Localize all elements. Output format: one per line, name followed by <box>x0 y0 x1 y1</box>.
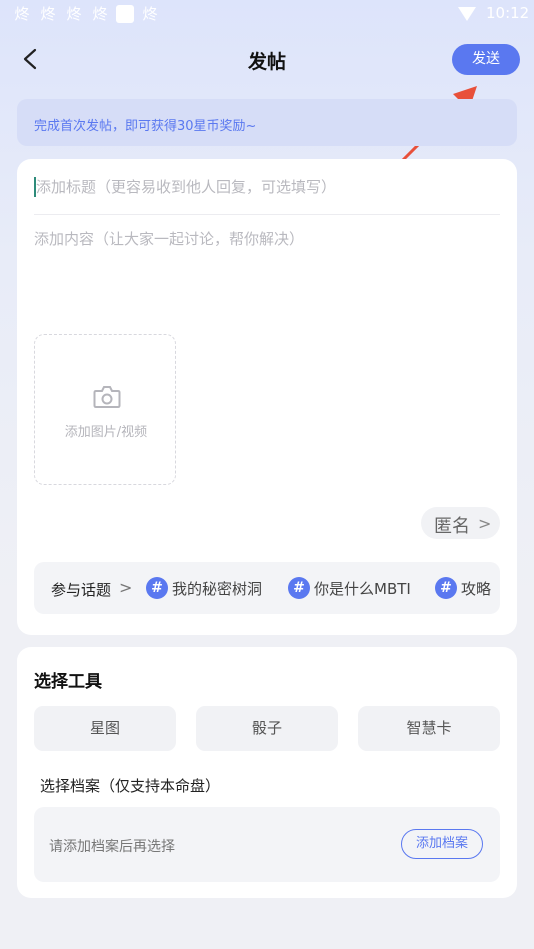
topic-label: 攻略 <box>461 579 492 598</box>
archive-title: 选择档案（仅支持本命盘） <box>40 777 221 795</box>
add-media-button[interactable] <box>34 334 176 485</box>
status-bar-notifications: 炵 炵 炵 炵 炵 <box>12 5 160 23</box>
divider <box>34 214 500 215</box>
square-notification-icon <box>116 5 134 23</box>
chevron-right-icon: > <box>478 514 492 533</box>
add-archive-button[interactable]: 添加档案 <box>401 829 483 859</box>
reward-banner-text: 完成首次发帖，即可获得30星币奖励~ <box>34 119 257 134</box>
app-notification-icon: 炵 <box>92 5 108 23</box>
tool-button-star-chart[interactable]: 星图 <box>34 706 176 751</box>
camera-icon <box>93 386 121 408</box>
wifi-icon <box>458 7 476 21</box>
status-time: 10:12 <box>486 4 530 22</box>
app-notification-icon: 炵 <box>142 5 158 23</box>
post-title-input[interactable] <box>36 172 496 202</box>
chevron-right-icon[interactable]: > <box>119 578 132 597</box>
topic-label: 我的秘密树洞 <box>172 579 263 598</box>
send-button[interactable]: 发送 <box>452 44 520 75</box>
archive-hint: 请添加档案后再选择 <box>49 839 175 855</box>
tool-button-wisdom-card[interactable]: 智慧卡 <box>358 706 500 751</box>
topic-label: 你是什么MBTI <box>314 579 411 598</box>
app-notification-icon: 炵 <box>66 5 82 23</box>
hashtag-icon: # <box>288 577 310 599</box>
anonymous-label: 匿名 <box>434 516 470 537</box>
topic-chip[interactable]: # 我的秘密树洞 <box>146 576 262 600</box>
app-notification-icon: 炵 <box>40 5 56 23</box>
post-content-input[interactable] <box>34 228 500 318</box>
hashtag-icon: # <box>146 577 168 599</box>
app-notification-icon: 炵 <box>14 5 30 23</box>
topic-chip[interactable]: # 攻略 <box>435 576 491 600</box>
hashtag-icon: # <box>435 577 457 599</box>
topic-chip[interactable]: # 你是什么MBTI <box>288 576 411 600</box>
tool-button-dice[interactable]: 骰子 <box>196 706 338 751</box>
tools-title: 选择工具 <box>34 672 102 692</box>
topics-label[interactable]: 参与话题 <box>51 579 111 600</box>
add-media-label: 添加图片/视频 <box>64 425 148 440</box>
topic-overflow-clip: # 攻略 <box>430 570 500 606</box>
